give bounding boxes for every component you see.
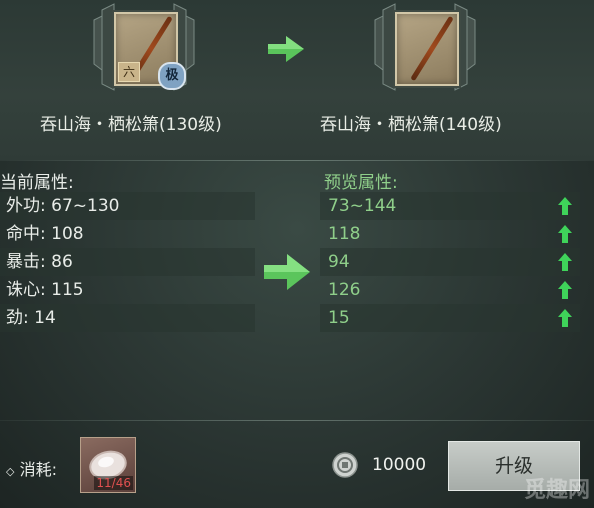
preview-stat-value: 118 [328,224,361,244]
preview-stat-row: 118 [320,220,580,248]
arrow-up-icon [558,253,572,271]
stat-row: 外功: 67~130 [0,192,255,220]
preview-stat-value: 73~144 [328,196,397,216]
silver-coin-icon [332,452,358,478]
current-item-slot: 六 极 [114,12,186,90]
stat-row: 劲: 14 [0,304,255,332]
arrow-up-icon [558,225,572,243]
stat-row: 诛心: 115 [6,280,84,300]
preview-stat-value: 94 [328,252,350,272]
current-item-name: 吞山海・栖松箫(130级) [40,115,222,135]
diamond-bullet-icon: ◇ [6,465,15,478]
coin-amount: 10000 [372,455,427,475]
preview-stat-value: 15 [328,308,350,328]
material-slot[interactable]: 11/46 [80,437,136,493]
stat-row: 暴击: 86 [0,248,255,276]
preview-stats-header: 预览属性: [324,173,398,193]
preview-stat-row: 15 [320,304,580,332]
material-count: 11/46 [94,476,133,490]
arrow-right-icon [264,254,310,290]
arrow-up-icon [558,309,572,327]
current-item-frame[interactable]: 六 极 [92,0,196,104]
arrow-up-icon [558,281,572,299]
watermark: 觅趣网 [523,478,590,503]
arrow-up-icon [558,197,572,215]
preview-stat-row: 73~144 [320,192,580,220]
divider [0,160,594,161]
preview-stat-row: 126 [320,276,580,304]
cost-label-text: 消耗: [19,460,57,479]
preview-stat-value: 126 [328,280,361,300]
quality-badge: 极 [158,62,186,90]
current-stats-header: 当前属性: [0,173,74,193]
preview-item-slot [395,12,459,86]
item-compare-band [0,0,594,160]
flute-icon [410,15,454,82]
tier-badge: 六 [118,62,140,82]
stat-row: 命中: 108 [6,224,84,244]
cost-label: ◇ 消耗: [6,456,57,480]
preview-stat-row: 94 [320,248,580,276]
arrow-right-icon [268,36,304,62]
divider [0,420,594,421]
preview-item-frame[interactable] [373,0,477,104]
preview-item-name: 吞山海・栖松箫(140级) [320,115,502,135]
